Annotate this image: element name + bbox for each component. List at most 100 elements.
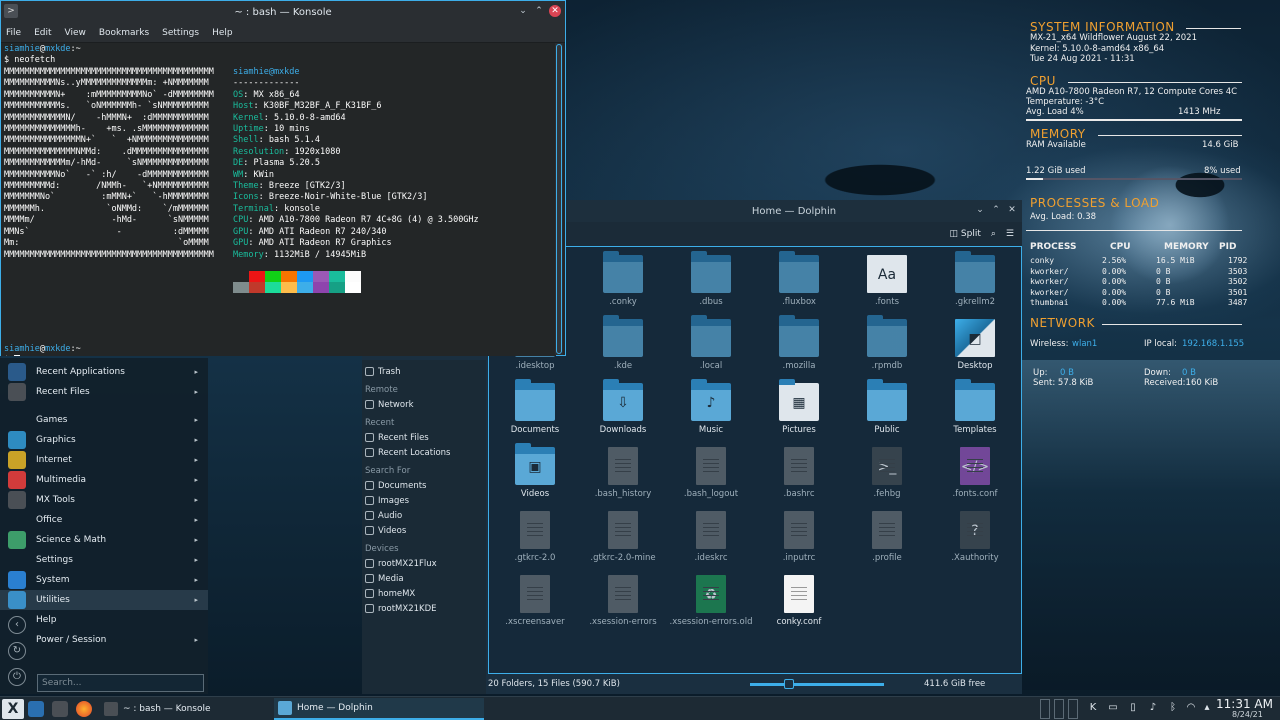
split-button[interactable]: ◫ Split: [950, 229, 981, 239]
menu-bookmarks[interactable]: Bookmarks: [99, 28, 149, 38]
places-item-recent-locations[interactable]: Recent Locations: [362, 445, 486, 460]
task-dolphin[interactable]: Home — Dolphin: [274, 698, 484, 720]
active-prompt[interactable]: $: [4, 355, 21, 356]
maximize-icon[interactable]: ⌃: [533, 5, 545, 17]
close-icon[interactable]: ✕: [549, 5, 561, 17]
file-item[interactable]: ▦ Pictures: [755, 379, 843, 435]
file-item[interactable]: .xscreensaver: [491, 575, 579, 627]
file-item[interactable]: .bashrc: [755, 447, 843, 499]
application-launcher-button[interactable]: X: [2, 699, 24, 719]
file-item[interactable]: ? .Xauthority: [931, 511, 1019, 563]
zoom-slider-handle[interactable]: [783, 679, 794, 689]
close-icon[interactable]: ✕: [1006, 204, 1018, 216]
hamburger-menu-icon[interactable]: ☰: [1006, 229, 1014, 239]
wifi-icon[interactable]: ◠: [1184, 701, 1198, 715]
file-item[interactable]: .xsession-errors: [579, 575, 667, 627]
desktop-pager-1[interactable]: [1040, 699, 1050, 719]
clipboard-icon[interactable]: ▯: [1126, 701, 1140, 715]
search-icon[interactable]: ⌕: [991, 229, 996, 239]
file-item[interactable]: Aa .fonts: [843, 255, 931, 307]
menu-view[interactable]: View: [65, 28, 86, 38]
menu-item-graphics[interactable]: Graphics ▸: [0, 430, 208, 450]
kde-connect-icon[interactable]: K: [1086, 701, 1100, 715]
menu-search-input[interactable]: Search...: [37, 674, 204, 692]
refresh-icon[interactable]: ↻: [8, 642, 26, 660]
terminal-tray-icon[interactable]: ▭: [1106, 701, 1120, 715]
clock-date[interactable]: 8/24/21: [1232, 710, 1263, 719]
places-item-homemx[interactable]: homeMX: [362, 586, 486, 601]
file-item[interactable]: .kde: [579, 315, 667, 371]
places-item-rootmx21kde[interactable]: rootMX21KDE: [362, 601, 486, 616]
file-item[interactable]: .gtkrc-2.0-mine: [579, 511, 667, 563]
file-item[interactable]: .profile: [843, 511, 931, 563]
terminal-scrollbar[interactable]: [555, 43, 563, 355]
konsole-titlebar[interactable]: > ~ : bash — Konsole ⌄ ⌃ ✕: [1, 1, 565, 23]
menu-item-office[interactable]: Office ▸: [0, 510, 208, 530]
konsole-window[interactable]: > ~ : bash — Konsole ⌄ ⌃ ✕ File Edit View B…: [0, 0, 566, 356]
file-item[interactable]: .bash_history: [579, 447, 667, 499]
clock-time[interactable]: 11:31 AM: [1216, 697, 1273, 711]
file-item[interactable]: ⇩ Downloads: [579, 379, 667, 435]
places-item-rootmx21flux[interactable]: rootMX21Flux: [362, 556, 486, 571]
file-item[interactable]: .dbus: [667, 251, 755, 307]
menu-item-multimedia[interactable]: Multimedia ▸: [0, 470, 208, 490]
back-icon[interactable]: ‹: [8, 616, 26, 634]
power-icon[interactable]: ⏻: [8, 668, 26, 686]
places-item-documents[interactable]: Documents: [362, 478, 486, 493]
task-konsole[interactable]: ~ : bash — Konsole: [100, 698, 270, 720]
file-item[interactable]: Public: [843, 379, 931, 435]
menu-item-internet[interactable]: Internet ▸: [0, 450, 208, 470]
menu-item-power-session[interactable]: Power / Session ▸: [0, 630, 208, 650]
maximize-icon[interactable]: ⌃: [990, 204, 1002, 216]
file-item[interactable]: ▣ Videos: [491, 443, 579, 499]
desktop-pager-2[interactable]: [1054, 699, 1064, 719]
places-item-network[interactable]: Network: [362, 397, 486, 412]
file-item[interactable]: .conky: [579, 251, 667, 307]
file-item[interactable]: </> .fonts.conf: [931, 447, 1019, 499]
menu-edit[interactable]: Edit: [34, 28, 51, 38]
firefox-icon[interactable]: [76, 701, 92, 717]
menu-item-games[interactable]: Games ▸: [0, 410, 208, 430]
places-item-audio[interactable]: Audio: [362, 508, 486, 523]
file-item[interactable]: .mozilla: [755, 315, 843, 371]
file-item[interactable]: .fluxbox: [755, 251, 843, 307]
file-item[interactable]: Documents: [491, 379, 579, 435]
menu-item-mx-tools[interactable]: MX Tools ▸: [0, 490, 208, 510]
file-manager-icon[interactable]: [52, 701, 68, 717]
terminal-icon[interactable]: >: [4, 4, 18, 18]
file-item[interactable]: ♪ Music: [667, 379, 755, 435]
file-item[interactable]: .inputrc: [755, 511, 843, 563]
file-view[interactable]: .config.conky.dbus.fluxboxAa.fonts.gkrel…: [488, 246, 1022, 674]
menu-item-utilities[interactable]: Utilities ▸: [0, 590, 208, 610]
menu-item-recent-files[interactable]: Recent Files ▸: [0, 382, 208, 402]
menu-item-help[interactable]: Help: [0, 610, 208, 630]
file-item[interactable]: .gkrellm2: [931, 251, 1019, 307]
file-item[interactable]: >_ .fehbg: [843, 447, 931, 499]
menu-item-system[interactable]: System ▸: [0, 570, 208, 590]
minimize-icon[interactable]: ⌄: [974, 204, 986, 216]
menu-help[interactable]: Help: [212, 28, 233, 38]
desktop-pager-3[interactable]: [1068, 699, 1078, 719]
file-item[interactable]: .bash_logout: [667, 447, 755, 499]
file-item[interactable]: .local: [667, 315, 755, 371]
places-item-videos[interactable]: Videos: [362, 523, 486, 538]
file-item[interactable]: .rpmdb: [843, 315, 931, 371]
file-item[interactable]: .gtkrc-2.0: [491, 511, 579, 563]
menu-item-settings[interactable]: Settings ▸: [0, 550, 208, 570]
zoom-slider[interactable]: [750, 679, 884, 689]
menu-file[interactable]: File: [6, 28, 21, 38]
places-item-images[interactable]: Images: [362, 493, 486, 508]
menu-item-recent-applications[interactable]: Recent Applications ▸: [0, 362, 208, 382]
places-item-recent-files[interactable]: Recent Files: [362, 430, 486, 445]
menu-settings[interactable]: Settings: [162, 28, 199, 38]
places-item-trash[interactable]: Trash: [362, 364, 486, 379]
places-item-media[interactable]: Media: [362, 571, 486, 586]
file-item[interactable]: .ideskrc: [667, 511, 755, 563]
terminal-output[interactable]: siamhie@mxkde:~ $ neofetch MMMMMMMMMMMMM…: [1, 43, 556, 356]
volume-icon[interactable]: ♪: [1146, 701, 1160, 715]
tray-expand-icon[interactable]: ▴: [1200, 701, 1214, 715]
bluetooth-icon[interactable]: ᛒ: [1166, 701, 1180, 715]
menu-item-science-math[interactable]: Science & Math ▸: [0, 530, 208, 550]
show-desktop-icon[interactable]: [28, 701, 44, 717]
file-item[interactable]: conky.conf: [755, 575, 843, 627]
